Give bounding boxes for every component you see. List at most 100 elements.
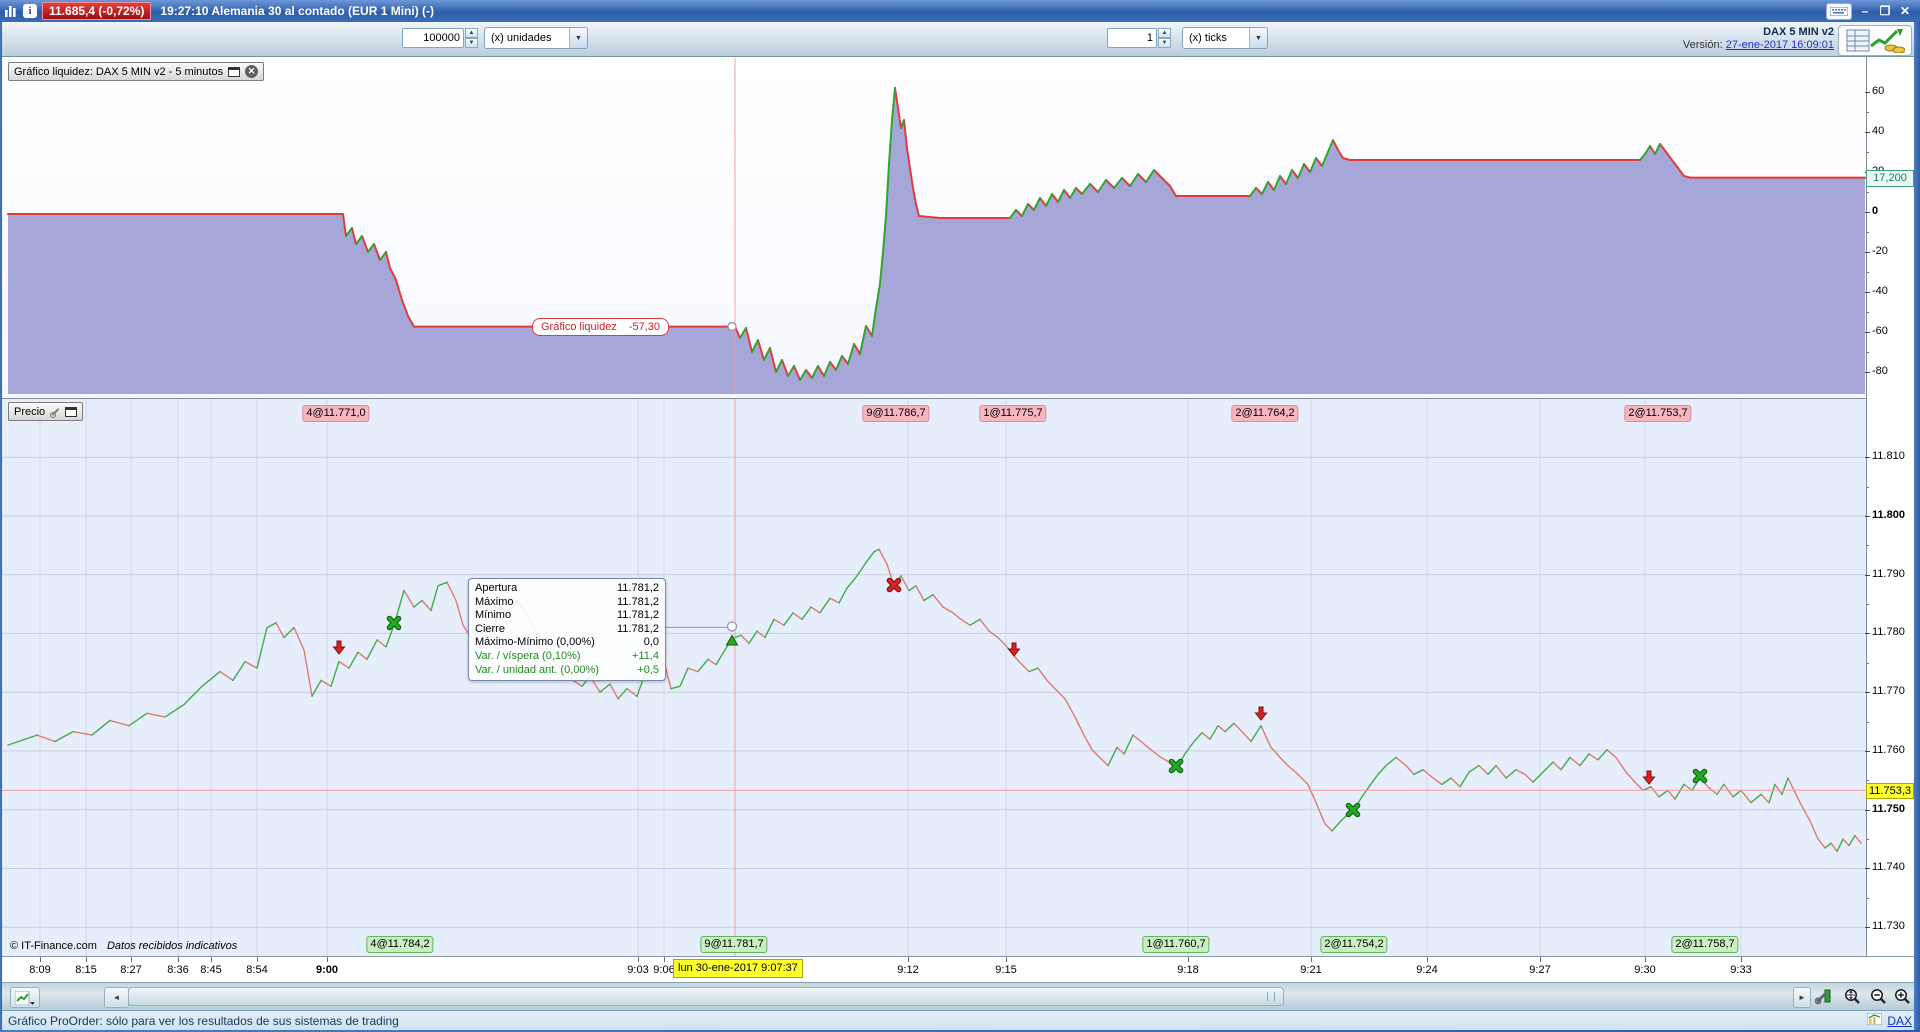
- time-label: 9:12: [897, 964, 919, 976]
- chevron-down-icon[interactable]: ▼: [1249, 28, 1267, 48]
- close-button[interactable]: ✕: [1898, 4, 1912, 18]
- chevron-down-icon[interactable]: ▼: [569, 28, 587, 48]
- tooltip-row-value: 11.781,2: [616, 582, 659, 594]
- chart-app-icon: [4, 3, 18, 19]
- ticks-stepper[interactable]: ▲ ▼: [1158, 28, 1171, 48]
- time-label: 9:33: [1730, 964, 1752, 976]
- axis-minor-tick: [1866, 112, 1869, 113]
- chart-edit-icon[interactable]: [10, 987, 40, 1008]
- tooltip-row: Mínimo 11.781,2: [475, 609, 659, 623]
- tooltip-row: Cierre 11.781,2: [475, 623, 659, 637]
- scroll-left-button[interactable]: ◄: [104, 987, 129, 1008]
- trade-marker-cross-green: [1345, 802, 1361, 818]
- time-tick: [1006, 957, 1007, 962]
- time-tick: [211, 957, 212, 962]
- time-tick: [1427, 957, 1428, 962]
- axis-tick-label: 11.790: [1865, 567, 1905, 580]
- time-tick: [86, 957, 87, 962]
- value-axis[interactable]: [1866, 57, 1914, 956]
- window-icon[interactable]: [228, 66, 241, 77]
- time-tick: [40, 957, 41, 962]
- axis-tick-label: 11.780: [1865, 626, 1905, 639]
- axis-tick-label: 11.730: [1865, 920, 1905, 933]
- tooltip-row-label: Mínimo: [475, 609, 512, 622]
- trade-marker-cross-green: [1692, 768, 1708, 784]
- time-label: 8:09: [29, 964, 51, 976]
- system-name: DAX 5 MIN v2: [1763, 26, 1834, 38]
- quantity-unit-value: (x) unidades: [491, 32, 552, 44]
- trade-marker-arrow-down-red: [332, 640, 346, 655]
- time-tick: [1540, 957, 1541, 962]
- buy-order-label: 1@11.760,7: [1142, 936, 1210, 953]
- tooltip-row-label: Máximo-Mínimo (0,00%): [475, 636, 595, 649]
- time-label: 9:15: [995, 964, 1017, 976]
- axis-tick-label: 11.750: [1864, 802, 1906, 815]
- wrench-icon[interactable]: [50, 407, 60, 418]
- quantity-input[interactable]: [402, 28, 464, 48]
- axis-minor-tick: [1866, 780, 1869, 782]
- ticks-unit-select[interactable]: (x) ticks ▼: [1182, 27, 1268, 49]
- trade-marker-cross-green: [1168, 758, 1184, 774]
- copyright-text: © IT-Finance.com: [10, 940, 97, 952]
- tooltip-row-label: Var. / víspera (0,10%): [475, 649, 581, 662]
- sell-order-label: 2@11.764,2: [1231, 405, 1299, 422]
- market-link[interactable]: DAX: [1887, 1014, 1912, 1028]
- liquidity-current-value: 17,200: [1866, 169, 1914, 187]
- window-icon[interactable]: [65, 406, 78, 417]
- zoom-out-icon[interactable]: [1866, 986, 1890, 1008]
- trading-systems-icon[interactable]: [1838, 25, 1912, 56]
- axis-tick-label: -80: [1865, 365, 1888, 377]
- axis-tick-label: -20: [1865, 245, 1888, 257]
- tooltip-row-label: Máximo: [475, 595, 514, 608]
- axis-minor-tick: [1866, 272, 1869, 273]
- quantity-unit-select[interactable]: (x) unidades ▼: [484, 27, 588, 49]
- axis-minor-tick: [1866, 486, 1869, 488]
- scrollbar-thumb[interactable]: [128, 987, 1284, 1006]
- time-tick: [1311, 957, 1312, 962]
- status-message: Gráfico ProOrder: sólo para ver los resu…: [8, 1013, 399, 1028]
- liquidity-area: [8, 88, 1865, 394]
- axis-minor-tick: [1866, 152, 1869, 153]
- time-label: 8:45: [200, 964, 222, 976]
- axis-tick-label: 60: [1864, 85, 1885, 97]
- axis-tick-label: 11.740: [1865, 861, 1905, 874]
- buy-order-label: 2@11.758,7: [1671, 936, 1739, 953]
- ticks-unit-value: (x) ticks: [1189, 32, 1227, 44]
- restore-button[interactable]: ❐: [1878, 4, 1892, 18]
- liquidity-cursor-value: -57,30: [628, 320, 661, 333]
- zoom-drag-icon[interactable]: [1840, 986, 1864, 1008]
- time-label: 9:24: [1416, 964, 1438, 976]
- axis-minor-tick: [1866, 232, 1869, 233]
- time-axis[interactable]: lun 30-ene-2017 9:07:37 8:09 8:15 8:27 8:36…: [0, 956, 1914, 982]
- axis-tick-label: 11.760: [1865, 743, 1905, 756]
- time-label: 9:30: [1634, 964, 1656, 976]
- trade-marker-cross-green: [386, 615, 402, 631]
- close-icon[interactable]: ✕: [245, 65, 259, 78]
- axis-tick-label: 11.810: [1865, 450, 1905, 463]
- price-chart-title: Precio: [14, 405, 46, 418]
- scroll-right-button[interactable]: ►: [1793, 987, 1811, 1008]
- tooltip-row: Var. / unidad ant. (0,00%) +0,5: [475, 664, 659, 678]
- ticks-input[interactable]: [1107, 28, 1157, 48]
- time-label: 9:18: [1177, 964, 1199, 976]
- liquidity-cursor-name: Gráfico liquidez: [541, 320, 617, 333]
- keyboard-icon[interactable]: [1826, 2, 1852, 20]
- version-date-link[interactable]: 27-ene-2017 16:09:01: [1726, 39, 1834, 51]
- minimize-button[interactable]: –: [1858, 4, 1872, 18]
- indicative-data-note: Datos recibidos indicativos: [106, 940, 238, 952]
- axis-minor-tick: [1866, 312, 1869, 313]
- time-label: 8:15: [75, 964, 97, 976]
- tooltip-row: Máximo-Mínimo (0,00%) 0,0: [475, 636, 659, 650]
- zoom-in-icon[interactable]: [1890, 986, 1914, 1008]
- axis-minor-tick: [1866, 545, 1869, 547]
- market-chart-icon[interactable]: [1866, 1012, 1883, 1028]
- cursor-date-label: lun 30-ene-2017 9:07:37: [673, 959, 803, 978]
- quantity-stepper[interactable]: ▲ ▼: [465, 28, 478, 48]
- chart-settings-icon[interactable]: [1812, 986, 1836, 1008]
- price-line-rise: [7, 548, 1856, 853]
- sell-order-label: 4@11.771,0: [302, 405, 370, 422]
- info-icon[interactable]: i: [23, 4, 37, 18]
- axis-minor-tick: [1866, 604, 1869, 606]
- cursor-point: [727, 321, 737, 332]
- tooltip-row: Var. / víspera (0,10%) +11,4: [475, 650, 659, 664]
